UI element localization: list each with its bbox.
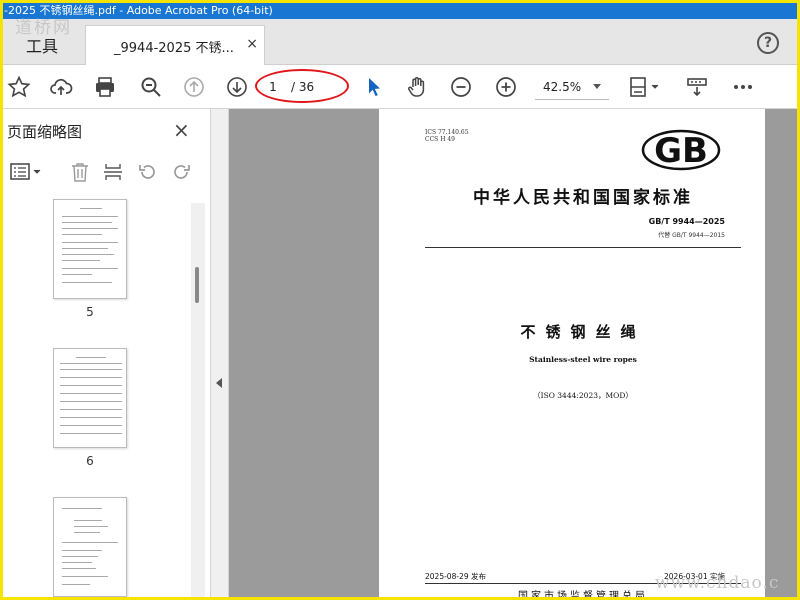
zoom-in-icon[interactable] — [492, 73, 520, 101]
select-cursor-icon[interactable] — [360, 73, 388, 101]
panel-divider — [211, 109, 229, 597]
page-thumbnail-7[interactable] — [53, 497, 127, 597]
more-options-icon[interactable] — [729, 73, 757, 101]
page-thumbnail-5[interactable] — [53, 199, 127, 299]
main-toolbar: / 36 42.5% — [3, 65, 797, 109]
panel-title: 页面缩略图 — [7, 123, 83, 141]
standard-title: 中华人民共和国国家标准 — [473, 188, 693, 208]
cloud-upload-icon[interactable] — [47, 73, 75, 101]
zoom-level-select[interactable]: 42.5% — [535, 74, 609, 100]
tab-close-icon[interactable]: × — [246, 36, 258, 52]
bookmark-star-icon[interactable] — [5, 73, 33, 101]
zoom-out-icon[interactable] — [447, 73, 475, 101]
standard-code: GB/T 9944—2025 — [648, 217, 725, 226]
publish-date: 2025-08-29 发布 — [425, 572, 486, 581]
header-rule — [425, 247, 741, 248]
tab-document-label: _9944-2025 不锈... — [114, 40, 234, 56]
panel-toolbar — [3, 155, 211, 191]
delete-page-icon[interactable] — [67, 159, 93, 185]
document-page: ICS 77.140.65 CCS H 49 GB 中华人民共和国国家标准 GB… — [379, 109, 765, 597]
chevron-down-icon — [593, 84, 601, 89]
thumbnail-scroll-thumb[interactable] — [195, 267, 199, 303]
page-number-input[interactable] — [255, 76, 291, 98]
acrobat-window: -2025 不锈钢丝绳.pdf - Adobe Acrobat Pro (64-… — [3, 3, 797, 597]
panel-close-icon[interactable]: × — [173, 118, 190, 142]
rotate-right-icon[interactable] — [168, 159, 194, 185]
collapse-panel-arrow-icon[interactable] — [216, 378, 222, 388]
watermark-bottom-right: www.chdao.c — [655, 573, 780, 593]
thumbnail-label-5: 5 — [86, 305, 94, 319]
watermark-top-left: 道桥网 — [15, 18, 72, 38]
replaces-standard: 代替 GB/T 9944—2015 — [658, 232, 725, 239]
iso-reference: （ISO 3444:2023，MOD） — [533, 391, 633, 400]
svg-text:GB: GB — [654, 131, 708, 171]
thumbnail-scrollbar[interactable] — [191, 203, 205, 597]
gb-logo: GB — [641, 129, 721, 171]
thumbnail-list: 5 6 — [3, 197, 203, 597]
fit-page-icon[interactable] — [625, 73, 665, 101]
tab-document[interactable]: _9944-2025 不锈... × — [85, 25, 265, 66]
print-icon[interactable] — [91, 73, 119, 101]
thumbnail-options-icon[interactable] — [7, 159, 45, 185]
insert-page-icon[interactable] — [100, 159, 126, 185]
page-thumbnails-panel: 页面缩略图 × 5 6 — [3, 109, 211, 597]
zoom-search-icon[interactable] — [137, 73, 165, 101]
thumbnail-label-6: 6 — [86, 454, 94, 468]
next-page-icon[interactable] — [223, 73, 251, 101]
page-navigator: / 36 — [255, 73, 341, 101]
document-viewport[interactable]: ICS 77.140.65 CCS H 49 GB 中华人民共和国国家标准 GB… — [229, 109, 797, 597]
previous-page-icon[interactable] — [180, 73, 208, 101]
window-title-bar: -2025 不锈钢丝绳.pdf - Adobe Acrobat Pro (64-… — [3, 3, 797, 19]
scroll-mode-icon[interactable] — [683, 73, 711, 101]
tab-bar: 工具 _9944-2025 不锈... × ? — [3, 19, 797, 66]
page-total: / 36 — [291, 80, 315, 94]
standard-name-cn: 不锈钢丝绳 — [520, 323, 646, 341]
hand-tool-icon[interactable] — [403, 73, 431, 101]
rotate-left-icon[interactable] — [135, 159, 161, 185]
standard-name-en: Stainless-steel wire ropes — [529, 355, 637, 364]
ics-code: ICS 77.140.65 CCS H 49 — [425, 129, 469, 143]
help-icon[interactable]: ? — [757, 32, 779, 54]
zoom-level-value: 42.5% — [543, 79, 582, 94]
page-thumbnail-6[interactable] — [53, 348, 127, 448]
